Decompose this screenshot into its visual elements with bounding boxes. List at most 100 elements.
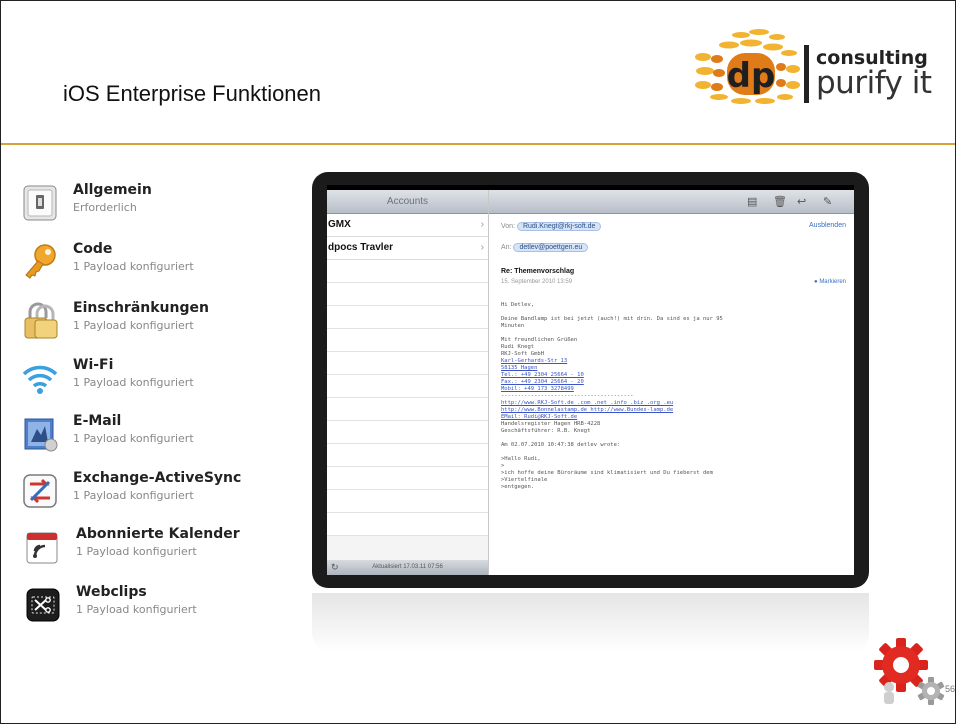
empty-row xyxy=(327,375,488,398)
mail-body-link[interactable]: http://www.Bonnelastamp.de http://www.Bu… xyxy=(501,407,846,414)
mail-body-line: > xyxy=(501,463,505,469)
logo-letters: dp xyxy=(727,56,776,96)
mail-body-line: Mit freundlichen Grüßen xyxy=(501,337,578,343)
mail-body-line: RKJ-Soft GmbH xyxy=(501,351,545,357)
empty-row xyxy=(327,490,488,513)
payload-title: Wi-Fi xyxy=(73,357,114,373)
payload-general[interactable]: Allgemein Erforderlich xyxy=(21,182,281,230)
empty-row xyxy=(327,421,488,444)
payload-title: Exchange-ActiveSync xyxy=(73,470,242,486)
mail-body-link[interactable]: http://www.RKJ-Soft.de .com .net .info .… xyxy=(501,400,846,407)
mail-subject: Re: Themenvorschlag xyxy=(501,268,575,275)
mail-body-link[interactable]: Fax.: +49 2304 25664 - 20 xyxy=(501,379,846,386)
mail-body-link[interactable]: EMail: Rudi@RKJ-Soft.de xyxy=(501,414,846,421)
mail-body: Hi Detlev, Deine Bandlamp ist bei jetzt … xyxy=(501,302,846,491)
mail-body-line: ---------------------------------------- xyxy=(501,393,634,399)
mail-body-line: >Hallo Rudi, xyxy=(501,456,541,462)
mark-button[interactable]: ● Markieren xyxy=(814,279,846,285)
mark-label: Markieren xyxy=(819,279,846,285)
mail-body-line: >ich hoffe deine Büroräume sind klimatis… xyxy=(501,470,713,476)
from-address[interactable]: Rudi.Knegt@rkj-soft.de xyxy=(516,222,602,231)
payload-subtitle: 1 Payload konfiguriert xyxy=(73,432,194,445)
payload-webclips[interactable]: Webclips 1 Payload konfiguriert xyxy=(21,584,281,632)
mail-body-line: Deine Bandlamp ist bei jetzt (auch!) mit… xyxy=(501,316,723,322)
payload-title: Abonnierte Kalender xyxy=(76,526,240,542)
mail-body-link[interactable]: Mobil: +49 173 3278499 xyxy=(501,386,846,393)
webclip-icon xyxy=(26,588,60,622)
account-label: dpocs Travler xyxy=(328,242,394,253)
payload-subtitle: 1 Payload konfiguriert xyxy=(73,260,194,273)
payload-title: Einschränkungen xyxy=(73,300,209,316)
payload-title: E-Mail xyxy=(73,413,122,429)
from-label: Von: xyxy=(501,223,516,230)
mail-body-line xyxy=(501,435,846,442)
sidebar-footer: ↻ Aktualisiert 17.03.11 07:56 xyxy=(327,560,488,575)
hide-details-link[interactable]: Ausblenden xyxy=(809,222,846,229)
payload-subtitle: 1 Payload konfiguriert xyxy=(73,489,194,502)
compose-icon[interactable]: ✎ xyxy=(823,195,832,208)
chevron-right-icon: › xyxy=(480,219,484,230)
payload-title: Code xyxy=(73,241,113,257)
subscribed-calendar-icon xyxy=(26,532,58,564)
chevron-right-icon: › xyxy=(480,242,484,253)
empty-row xyxy=(327,513,488,536)
empty-row xyxy=(327,352,488,375)
to-label: An: xyxy=(501,244,512,251)
exchange-icon xyxy=(23,474,57,508)
payload-email[interactable]: E-Mail 1 Payload konfiguriert xyxy=(21,413,281,461)
key-icon xyxy=(25,244,56,279)
payload-subtitle: 1 Payload konfiguriert xyxy=(76,603,197,616)
ipad-device: Accounts GMX › dpocs Travler › ↻ Aktuali… xyxy=(312,172,869,588)
account-item-gmx[interactable]: GMX › xyxy=(327,214,488,237)
to-row: An: detlev@poettgen.eu xyxy=(501,243,589,252)
mail-body-line: Geschäftsführer: R.B. Knegt xyxy=(501,428,591,434)
empty-row xyxy=(327,329,488,352)
slide-title: iOS Enterprise Funktionen xyxy=(63,81,322,106)
empty-row xyxy=(327,306,488,329)
mail-body-line: Am 02.07.2010 10:47:38 detlev wrote: xyxy=(501,442,621,448)
payload-exchange[interactable]: Exchange-ActiveSync 1 Payload konfigurie… xyxy=(21,470,281,518)
payload-subtitle: Erforderlich xyxy=(73,201,137,214)
move-folder-icon[interactable]: ▤ xyxy=(747,195,757,208)
mail-body-link[interactable]: Tel.: +49 2304 25664 - 10 xyxy=(501,372,846,379)
mail-body-line xyxy=(501,330,846,337)
payload-title: Allgemein xyxy=(73,182,152,198)
payload-title: Webclips xyxy=(76,584,147,600)
ipad-screen: Accounts GMX › dpocs Travler › ↻ Aktuali… xyxy=(327,185,854,575)
mail-message-pane: ▤ 🗑 ↩ ✎ Von: Rudi.Knegt@rkj-soft.de Ausb… xyxy=(489,190,854,575)
accounts-header: Accounts xyxy=(327,190,488,214)
empty-row xyxy=(327,398,488,421)
title-divider xyxy=(1,143,955,145)
empty-row xyxy=(327,444,488,467)
mail-body-line xyxy=(501,309,846,316)
empty-row xyxy=(327,283,488,306)
payload-subtitle: 1 Payload konfiguriert xyxy=(73,319,194,332)
mail-body-link[interactable]: Karl-Gerhards-Str 13 xyxy=(501,358,846,365)
mail-body-link[interactable]: 58135 Hagen xyxy=(501,365,846,372)
to-address[interactable]: detlev@poettgen.eu xyxy=(513,243,589,252)
mail-stamp-icon xyxy=(24,418,58,452)
empty-row xyxy=(327,260,488,283)
mail-toolbar: ▤ 🗑 ↩ ✎ xyxy=(489,190,854,214)
general-settings-icon xyxy=(23,185,57,221)
empty-row xyxy=(327,467,488,490)
logo-divider xyxy=(804,45,809,103)
account-item-dpocs[interactable]: dpocs Travler › xyxy=(327,237,488,260)
payload-wifi[interactable]: Wi-Fi 1 Payload konfiguriert xyxy=(21,357,281,405)
mail-body-line: Handelsregister Hagen HRB-4228 xyxy=(501,421,601,427)
accounts-sidebar: Accounts GMX › dpocs Travler › ↻ Aktuali… xyxy=(327,190,489,575)
reply-icon[interactable]: ↩ xyxy=(797,195,806,208)
ipad-reflection xyxy=(312,593,869,653)
payload-subtitle: 1 Payload konfiguriert xyxy=(73,376,194,389)
mail-body-line: Rudi Knegt xyxy=(501,344,535,350)
gears-icon xyxy=(874,638,945,705)
refresh-icon[interactable]: ↻ xyxy=(331,560,339,575)
payload-calendar[interactable]: Abonnierte Kalender 1 Payload konfigurie… xyxy=(21,526,281,574)
mail-body-line xyxy=(501,449,846,456)
page-number: 56 xyxy=(945,684,956,694)
logo-line2: purify it xyxy=(816,65,932,101)
payload-restrictions[interactable]: Einschränkungen 1 Payload konfiguriert xyxy=(21,300,281,348)
payload-code[interactable]: Code 1 Payload konfiguriert xyxy=(21,241,281,289)
from-row: Von: Rudi.Knegt@rkj-soft.de xyxy=(501,222,602,231)
trash-icon[interactable]: 🗑 xyxy=(773,195,787,208)
